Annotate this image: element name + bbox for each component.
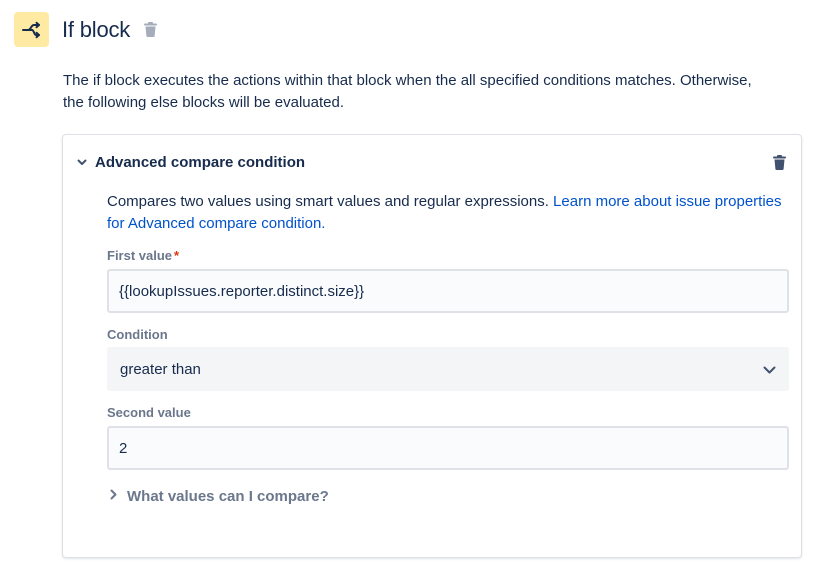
condition-description-text: Compares two values using smart values a… (107, 193, 554, 210)
condition-description: Compares two values using smart values a… (107, 191, 789, 235)
chevron-right-icon (110, 487, 117, 505)
condition-label-text: Condition (107, 327, 168, 342)
if-block-page: If block The if block executes the actio… (0, 0, 838, 578)
second-value-input[interactable]: 2 (107, 426, 789, 470)
chevron-down-icon (763, 361, 776, 378)
condition-card: Advanced compare condition Compares two … (62, 134, 802, 558)
condition-card-header: Advanced compare condition (76, 153, 787, 171)
first-value-label: First value * (107, 248, 179, 263)
required-marker: * (174, 248, 180, 263)
what-values-label: What values can I compare? (127, 487, 329, 505)
page-title: If block (62, 16, 131, 42)
second-value-text: 2 (119, 439, 128, 457)
condition-selected-value: greater than (120, 360, 201, 378)
trash-icon[interactable] (142, 21, 158, 39)
first-value-label-text: First value (107, 248, 173, 263)
block-description: The if block executes the actions within… (63, 72, 752, 111)
first-value-text: {{lookupIssues.reporter.distinct.size}} (119, 282, 365, 300)
condition-card-body: Compares two values using smart values a… (107, 191, 789, 505)
first-value-input[interactable]: {{lookupIssues.reporter.distinct.size}} (107, 269, 789, 313)
condition-card-title: Advanced compare condition (95, 153, 306, 171)
condition-select[interactable]: greater than (107, 347, 789, 391)
condition-label: Condition (107, 327, 168, 342)
second-value-label-text: Second value (107, 405, 191, 420)
second-value-label: Second value (107, 405, 191, 420)
trash-icon[interactable] (771, 153, 787, 171)
what-values-expander[interactable]: What values can I compare? (110, 487, 329, 505)
chevron-down-icon (76, 156, 88, 168)
collapse-toggle[interactable]: Advanced compare condition (76, 154, 305, 171)
block-header: If block (14, 12, 158, 47)
branch-icon (14, 12, 49, 47)
